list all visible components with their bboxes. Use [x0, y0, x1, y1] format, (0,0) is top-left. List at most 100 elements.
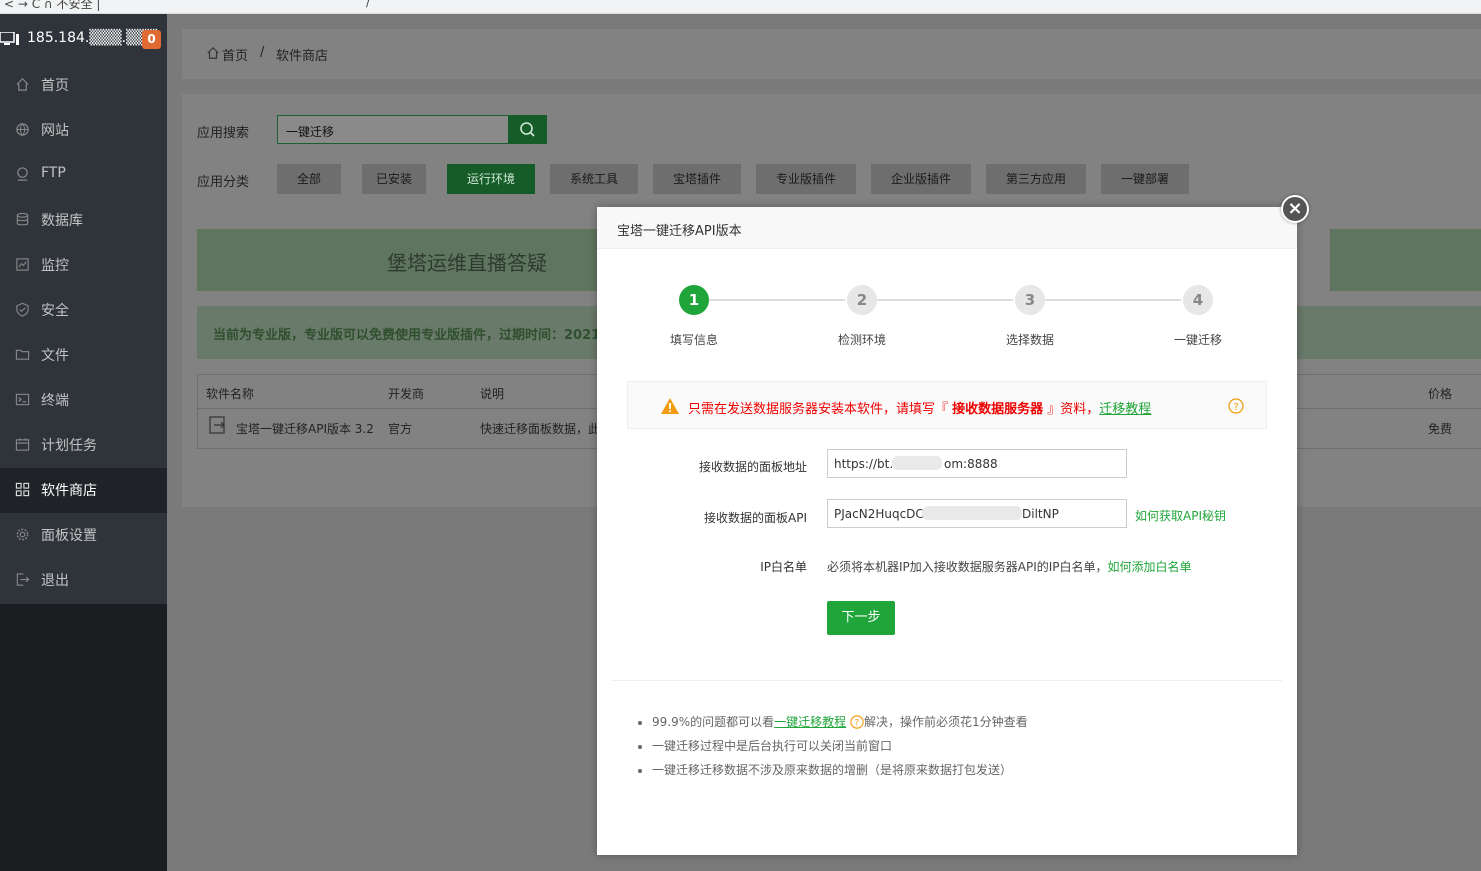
panel-api-pre: PJacN2HuqcDC	[834, 507, 924, 521]
panel-api-input[interactable]: PJacN2HuqcDC DiltNP	[827, 499, 1127, 528]
server-info: 185.184.▒▒▒.▒▒▒ 0	[0, 24, 167, 54]
notice-text: 当前为专业版，专业版可以免费使用专业版插件，过期时间：2021,	[213, 328, 606, 343]
migration-modal: 宝塔一键迁移API版本 1 2 3 4 填写信息 检测环境 选择数据 一键迁移 …	[597, 207, 1297, 855]
category-enterprise-plugins[interactable]: 企业版插件	[871, 164, 971, 194]
get-api-key-link[interactable]: 如何获取API秘钥	[1135, 507, 1226, 524]
live-banner[interactable]: 堡塔运维直播答疑	[197, 229, 617, 291]
help-icon[interactable]: ?	[850, 715, 864, 729]
sidebar-item-cron[interactable]: 计划任务	[0, 423, 167, 468]
gear-icon	[16, 528, 29, 541]
sidebar-item-files[interactable]: 文件	[0, 333, 167, 378]
sidebar-item-database[interactable]: 数据库	[0, 198, 167, 243]
database-icon	[16, 212, 29, 226]
svg-text:?: ?	[1233, 402, 1238, 413]
sidebar-item-home[interactable]: 首页	[0, 63, 167, 108]
category-pro-plugins[interactable]: 专业版插件	[756, 164, 856, 194]
category-runtime[interactable]: 运行环境	[447, 164, 535, 194]
category-installed[interactable]: 已安装	[362, 164, 426, 194]
sidebar-item-logout[interactable]: 退出	[0, 558, 167, 603]
add-whitelist-link[interactable]: 如何添加白名单	[1108, 560, 1192, 574]
sidebar-item-settings[interactable]: 面板设置	[0, 513, 167, 558]
panel-url-input[interactable]: https://bt. om:8888	[827, 449, 1127, 478]
message-badge[interactable]: 0	[142, 30, 161, 49]
header-description: 说明	[480, 387, 505, 401]
row-developer: 官方	[388, 422, 413, 436]
one-click-tutorial-link[interactable]: 一键迁移教程	[774, 715, 846, 729]
header-name: 软件名称	[206, 387, 255, 401]
search-input[interactable]: 一键迁移	[277, 115, 509, 144]
row-description: 快速迁移面板数据，此	[480, 422, 601, 436]
search-button[interactable]	[508, 115, 547, 144]
sidebar-item-software-store[interactable]: 软件商店	[0, 468, 167, 513]
sidebar-item-label: 监控	[41, 258, 69, 274]
terminal-icon	[15, 393, 30, 406]
step-connector	[877, 299, 1013, 301]
sidebar-item-terminal[interactable]: 终端	[0, 378, 167, 423]
help-icon[interactable]: ?	[1228, 398, 1244, 414]
monitor-chart-icon	[16, 258, 29, 271]
browser-controls[interactable]: < → C ∩ 不安全 |	[4, 0, 100, 12]
calendar-icon	[15, 438, 30, 451]
ip-whitelist-tip: 必须将本机器IP加入接收数据服务器API的IP白名单，如何添加白名单	[827, 558, 1192, 575]
modal-header: 宝塔一键迁移API版本	[597, 207, 1297, 249]
step-3-indicator: 3	[1015, 285, 1045, 315]
sidebar-item-label: 首页	[41, 78, 69, 94]
right-banner[interactable]	[1330, 229, 1481, 291]
breadcrumb-current: 软件商店	[276, 49, 329, 64]
category-one-click-deploy[interactable]: 一键部署	[1101, 164, 1189, 194]
panel-url-post: om:8888	[944, 457, 998, 471]
sidebar-item-label: 文件	[41, 348, 69, 364]
sidebar-item-security[interactable]: 安全	[0, 288, 167, 333]
ip-whitelist-tip-text: 必须将本机器IP加入接收数据服务器API的IP白名单，	[827, 560, 1108, 574]
sidebar-menu: 185.184.▒▒▒.▒▒▒ 0 首页 网站 FTP 数据库 监控 安全 文件…	[0, 14, 167, 604]
tips-list: 99.9%的问题都可以看一键迁移教程 ?解决，操作前必须花1分钟查看 一键迁移过…	[652, 714, 1028, 786]
ftp-icon	[17, 167, 28, 181]
category-all[interactable]: 全部	[277, 164, 341, 194]
breadcrumb-home[interactable]: 首页	[222, 45, 248, 64]
panel-url-pre: https://bt.	[834, 457, 894, 471]
panel-url-label: 接收数据的面板地址	[698, 460, 807, 474]
logout-icon	[16, 573, 30, 586]
migration-tutorial-link[interactable]: 迁移教程	[1099, 402, 1151, 417]
sidebar-item-label: 终端	[41, 393, 69, 409]
banner-text: 堡塔运维直播答疑	[387, 251, 547, 275]
search-icon	[520, 122, 535, 137]
sidebar-item-label: 面板设置	[41, 528, 97, 544]
row-price: 免费	[1428, 422, 1453, 436]
sidebar-item-label: 数据库	[41, 213, 83, 229]
sidebar-item-monitor[interactable]: 监控	[0, 243, 167, 288]
globe-icon	[16, 123, 29, 136]
tip-item: 一键迁移迁移数据不涉及原来数据的增删（是将原来数据打包发送）	[652, 762, 1028, 778]
tip-1-post: 解决，操作前必须花1分钟查看	[863, 715, 1028, 729]
sidebar-item-ftp[interactable]: FTP	[0, 153, 167, 198]
category-system-tools[interactable]: 系统工具	[550, 164, 638, 194]
search-label: 应用搜索	[197, 126, 250, 141]
sidebar-item-label: 退出	[41, 573, 69, 589]
shield-icon	[16, 302, 29, 317]
step-2-label: 检测环境	[838, 333, 887, 347]
search-value: 一键迁移	[286, 125, 335, 139]
sidebar: 185.184.▒▒▒.▒▒▒ 0 首页 网站 FTP 数据库 监控 安全 文件…	[0, 14, 167, 871]
close-modal-button[interactable]: ×	[1281, 195, 1309, 223]
row-name[interactable]: 宝塔一键迁移API版本 3.2	[236, 420, 374, 437]
warning-icon	[661, 398, 679, 414]
app-icon	[209, 416, 225, 434]
ip-whitelist-label: IP白名单	[760, 560, 807, 574]
step-1-indicator: 1	[679, 285, 709, 315]
header-developer: 开发商	[388, 387, 425, 401]
sidebar-item-website[interactable]: 网站	[0, 108, 167, 153]
category-third-party[interactable]: 第三方应用	[986, 164, 1086, 194]
category-bt-plugins[interactable]: 宝塔插件	[653, 164, 741, 194]
browser-address-strip: < → C ∩ 不安全 | /	[0, 0, 1481, 14]
step-1-label: 填写信息	[670, 333, 719, 347]
sidebar-item-label: 软件商店	[41, 483, 97, 499]
home-icon	[16, 78, 29, 91]
home-icon	[207, 46, 219, 59]
header-price: 价格	[1428, 387, 1453, 401]
folder-icon	[15, 349, 30, 360]
warning-text: 只需在发送数据服务器安装本软件，请填写『 接收数据服务器 』资料，迁移教程	[688, 398, 1151, 417]
next-step-button[interactable]: 下一步	[827, 601, 895, 635]
tip-1-pre: 99.9%的问题都可以看	[652, 715, 775, 729]
warning-text-mid: 』资料，	[1043, 402, 1100, 417]
panel-api-label: 接收数据的面板API	[704, 511, 807, 525]
